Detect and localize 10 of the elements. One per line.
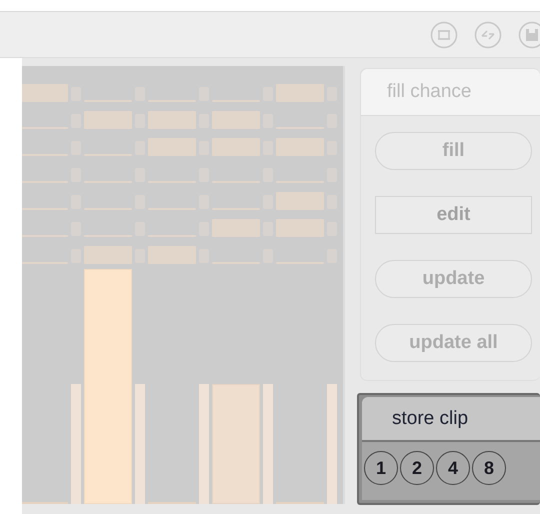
panel-title: fill chance: [361, 69, 540, 116]
swap-arrows-icon[interactable]: [474, 20, 502, 48]
slot-button[interactable]: 8: [472, 451, 506, 485]
step-block[interactable]: [22, 84, 68, 102]
slot-button[interactable]: 1: [364, 451, 398, 485]
store-clip-button[interactable]: store clip: [362, 397, 540, 442]
slot-button[interactable]: 2: [400, 451, 434, 485]
save-icon[interactable]: [518, 20, 540, 48]
device-icon[interactable]: [430, 20, 458, 48]
slot-button[interactable]: 4: [436, 451, 470, 485]
